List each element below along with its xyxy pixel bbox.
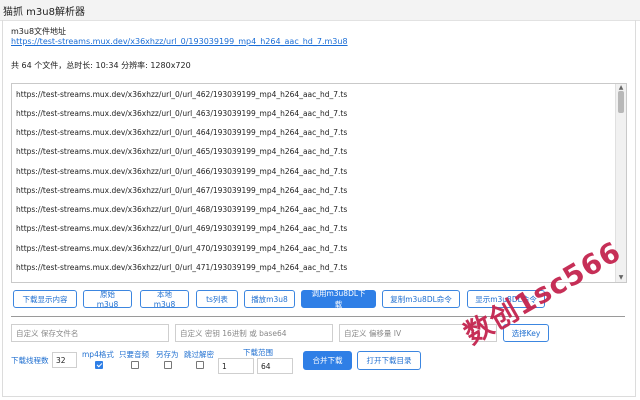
- list-item[interactable]: https://test-streams.mux.dev/x36xhzz/url…: [16, 147, 347, 156]
- local-m3u8-button[interactable]: 本地m3u8: [140, 290, 189, 309]
- raw-m3u8-button[interactable]: 原始m3u8: [83, 290, 132, 309]
- list-item[interactable]: https://test-streams.mux.dev/x36xhzz/url…: [16, 167, 347, 176]
- scroll-down-icon[interactable]: ▼: [616, 274, 626, 282]
- skip-decrypt-label: 跳过解密: [184, 350, 214, 359]
- mp4-label: mp4格式: [82, 350, 114, 359]
- ts-list-button[interactable]: ts列表: [196, 290, 238, 308]
- title-bar: 猫抓 m3u8解析器: [0, 0, 640, 21]
- key-input[interactable]: 自定义 密钥 16进制 或 base64: [175, 324, 333, 342]
- range-label: 下载范围: [243, 348, 273, 357]
- invoke-m3u8dl-button[interactable]: 调用m3u8DL下载: [301, 289, 376, 309]
- source-label: m3u8文件地址: [11, 27, 67, 36]
- merge-download-button[interactable]: 合并下载: [303, 351, 352, 370]
- skip-decrypt-checkbox[interactable]: [196, 361, 204, 369]
- scroll-thumb[interactable]: [618, 91, 624, 113]
- save-as-label: 另存为: [156, 350, 179, 359]
- list-item[interactable]: https://test-streams.mux.dev/x36xhzz/url…: [16, 224, 347, 233]
- list-item[interactable]: https://test-streams.mux.dev/x36xhzz/url…: [16, 205, 347, 214]
- window-title: 猫抓 m3u8解析器: [3, 7, 85, 18]
- audio-only-label: 只要音频: [119, 350, 149, 359]
- list-item[interactable]: https://test-streams.mux.dev/x36xhzz/url…: [16, 186, 347, 195]
- mp4-checkbox[interactable]: [95, 361, 103, 369]
- show-download-button[interactable]: 下载显示内容: [13, 290, 77, 308]
- list-item[interactable]: https://test-streams.mux.dev/x36xhzz/url…: [16, 263, 347, 272]
- threads-input[interactable]: 32: [52, 352, 77, 368]
- range-start-input[interactable]: 1: [218, 358, 254, 374]
- audio-only-checkbox[interactable]: [131, 361, 139, 369]
- summary-text: 共 64 个文件，总时长: 10:34 分辨率: 1280x720: [11, 61, 191, 70]
- ts-file-list[interactable]: https://test-streams.mux.dev/x36xhzz/url…: [11, 83, 627, 283]
- list-item[interactable]: https://test-streams.mux.dev/x36xhzz/url…: [16, 90, 347, 99]
- copy-m3u8dl-button[interactable]: 复制m3u8DL命令: [382, 290, 460, 308]
- threads-label: 下载线程数: [11, 356, 49, 365]
- save-as-checkbox[interactable]: [164, 361, 172, 369]
- source-url-link[interactable]: https://test-streams.mux.dev/x36xhzz/url…: [11, 37, 348, 46]
- filename-input[interactable]: 自定义 保存文件名: [11, 324, 169, 342]
- range-end-input[interactable]: 64: [257, 358, 293, 374]
- list-item[interactable]: https://test-streams.mux.dev/x36xhzz/url…: [16, 244, 347, 253]
- open-download-dir-button[interactable]: 打开下载目录: [357, 351, 421, 370]
- list-item[interactable]: https://test-streams.mux.dev/x36xhzz/url…: [16, 128, 347, 137]
- play-m3u8-button[interactable]: 播放m3u8: [244, 290, 295, 308]
- list-item[interactable]: https://test-streams.mux.dev/x36xhzz/url…: [16, 109, 347, 118]
